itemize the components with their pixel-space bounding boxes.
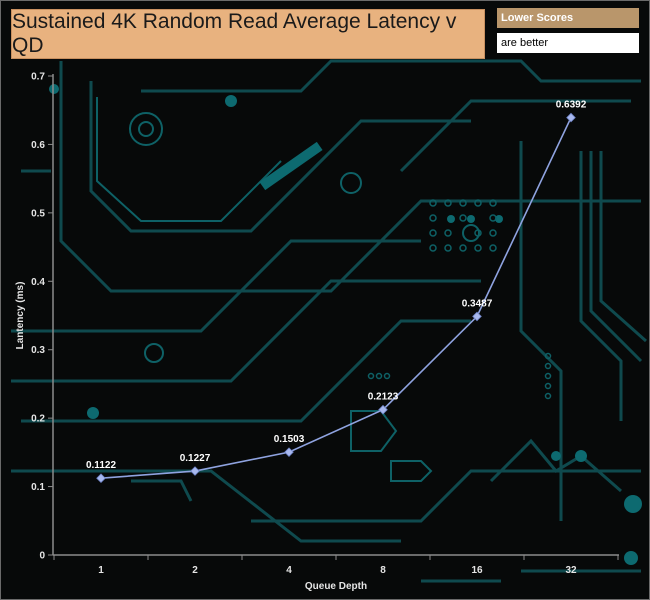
y-tick-label: 0.7	[31, 72, 45, 83]
y-tick-label: 0.3	[31, 345, 45, 356]
data-point	[190, 466, 200, 476]
data-label: 0.3487	[462, 298, 493, 309]
data-point	[284, 447, 294, 457]
data-label: 0.1227	[180, 453, 211, 464]
x-tick-label: 1	[98, 565, 104, 576]
y-tick-label: 0	[39, 551, 45, 562]
y-tick-label: 0.1	[31, 482, 45, 493]
data-label: 0.1122	[86, 460, 116, 471]
series-line	[100, 117, 572, 480]
line-chart: 00.10.20.30.40.50.60.71 2 4 8 16 32 0.11220.1…	[15, 72, 619, 592]
data-label: 0.1503	[274, 434, 305, 445]
data-points	[96, 112, 576, 484]
y-tick-label: 0.4	[31, 277, 45, 288]
data-point	[566, 112, 576, 123]
data-label: 0.6392	[556, 100, 587, 111]
x-tick-label: 32	[565, 565, 577, 576]
tick-labels: 0 0.1 0.2 0.3 0.4 0.5 0.6 0.7 1 2 4 8 16 32	[31, 72, 577, 577]
y-tick-label: 0.5	[31, 208, 45, 219]
y-tick-label: 0.6	[31, 140, 45, 151]
axes	[48, 74, 619, 560]
data-point	[96, 473, 106, 484]
data-labels: 0.1122 0.1227 0.1503 0.2123 0.3487 0.6392	[86, 100, 587, 472]
y-tick-label: 0.2	[31, 414, 45, 425]
chart-frame: Sustained 4K Random Read Average Latency…	[0, 0, 650, 600]
x-tick-label: 2	[192, 565, 198, 576]
x-tick-label: 16	[471, 565, 483, 576]
x-tick-label: 8	[380, 565, 386, 576]
x-axis-title: Queue Depth	[305, 581, 367, 592]
y-axis-title: Lantency (ms)	[15, 282, 26, 350]
x-tick-label: 4	[286, 565, 292, 576]
data-label: 0.2123	[368, 392, 399, 403]
